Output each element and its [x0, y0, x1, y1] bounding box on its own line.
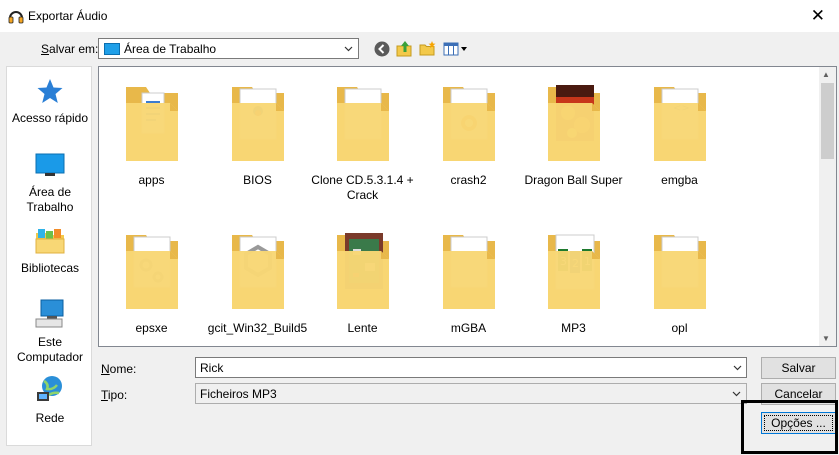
place-quick-access[interactable]: Acesso rápido	[7, 77, 93, 126]
window-title: Exportar Áudio	[28, 9, 108, 23]
folder-icon	[442, 87, 495, 161]
folder-icon: 321	[547, 234, 600, 309]
folder-icon	[336, 87, 389, 161]
new-folder-icon[interactable]	[419, 40, 437, 58]
folder-icon	[336, 233, 389, 309]
desktop-folder-icon	[104, 43, 120, 55]
file-item[interactable]: BIOS	[205, 81, 310, 188]
folder-icon	[231, 235, 284, 309]
file-item[interactable]: 321 MP3	[521, 229, 626, 336]
folder-icon	[231, 87, 284, 161]
file-name: Clone CD.5.3.1.4 + Crack	[311, 173, 414, 202]
folder-icon	[653, 235, 706, 309]
place-this-pc[interactable]: Este Computador	[7, 299, 93, 365]
place-network[interactable]: Rede	[7, 375, 93, 426]
headphones-icon	[8, 11, 24, 24]
place-label: Este Computador	[16, 335, 84, 364]
filetype-value: Ficheiros MP3	[200, 387, 277, 401]
file-name: Dragon Ball Super	[524, 173, 623, 187]
filetype-label: Tipo:	[101, 388, 128, 402]
chevron-down-icon[interactable]	[733, 363, 742, 372]
file-item[interactable]: Clone CD.5.3.1.4 + Crack	[310, 81, 415, 203]
file-item[interactable]: <> emgba	[627, 81, 732, 188]
place-desktop[interactable]: Área de Trabalho	[7, 153, 93, 215]
file-name: BIOS	[243, 173, 272, 187]
place-label: Bibliotecas	[20, 261, 80, 275]
folder-icon	[125, 235, 178, 309]
file-name: apps	[138, 173, 165, 187]
filename-label: Nome:	[101, 362, 137, 376]
file-item[interactable]: opl	[627, 229, 732, 336]
highlight-frame	[741, 400, 838, 454]
up-folder-icon[interactable]	[396, 40, 414, 58]
libraries-icon	[35, 229, 65, 254]
filename-input[interactable]	[195, 357, 747, 378]
file-name: opl	[671, 321, 688, 335]
file-name: mGBA	[450, 321, 487, 335]
file-list[interactable]: apps BIOS Clone CD.5.3.1.4 + Crack crash2 Dr…	[98, 66, 837, 347]
file-item[interactable]: crash2	[416, 81, 521, 188]
save-in-dropdown[interactable]: Área de Trabalho	[98, 38, 359, 59]
folder-icon	[547, 85, 600, 161]
scroll-up-icon[interactable]: ▲	[822, 70, 830, 79]
file-item[interactable]: mGBA	[416, 229, 521, 336]
vertical-scrollbar[interactable]: ▲ ▼	[819, 67, 836, 346]
file-name: epsxe	[135, 321, 168, 335]
save-in-label: Salvar em:	[41, 42, 99, 56]
file-name: MP3	[561, 321, 586, 335]
folder-icon	[442, 235, 495, 309]
place-libraries[interactable]: Bibliotecas	[7, 227, 93, 276]
title-bar: Exportar Áudio ✕	[0, 0, 839, 32]
close-icon[interactable]: ✕	[811, 6, 825, 26]
place-label: Área de Trabalho	[26, 185, 74, 214]
folder-icon	[125, 87, 178, 161]
file-item[interactable]: gcit_Win32_Build5	[205, 229, 310, 336]
save-button[interactable]: Salvar	[761, 357, 836, 379]
file-name: gcit_Win32_Build5	[207, 321, 308, 335]
filetype-dropdown[interactable]: Ficheiros MP3	[195, 383, 747, 404]
file-item[interactable]: epsxe	[99, 229, 204, 336]
chevron-down-icon	[732, 391, 741, 397]
scrollbar-thumb[interactable]	[821, 83, 834, 159]
file-item[interactable]: Dragon Ball Super	[521, 81, 626, 188]
file-name: Lente	[347, 321, 378, 335]
save-in-value: Área de Trabalho	[124, 42, 217, 56]
network-icon	[37, 376, 62, 401]
desktop-icon	[35, 153, 65, 176]
view-menu-icon[interactable]	[443, 40, 469, 58]
computer-icon	[35, 299, 64, 328]
star-icon	[37, 79, 63, 103]
place-label: Rede	[35, 411, 65, 425]
file-item[interactable]: Lente	[310, 229, 415, 336]
folder-icon: <>	[653, 87, 706, 161]
back-icon[interactable]	[373, 40, 391, 58]
places-bar: Acesso rápido Área de Trabalho Bibliotec…	[6, 66, 92, 446]
scroll-down-icon[interactable]: ▼	[822, 334, 830, 343]
place-label: Acesso rápido	[11, 111, 89, 125]
file-item[interactable]: apps	[99, 81, 204, 188]
file-name: emgba	[661, 173, 698, 187]
file-name: crash2	[450, 173, 487, 187]
chevron-down-icon	[344, 46, 353, 52]
